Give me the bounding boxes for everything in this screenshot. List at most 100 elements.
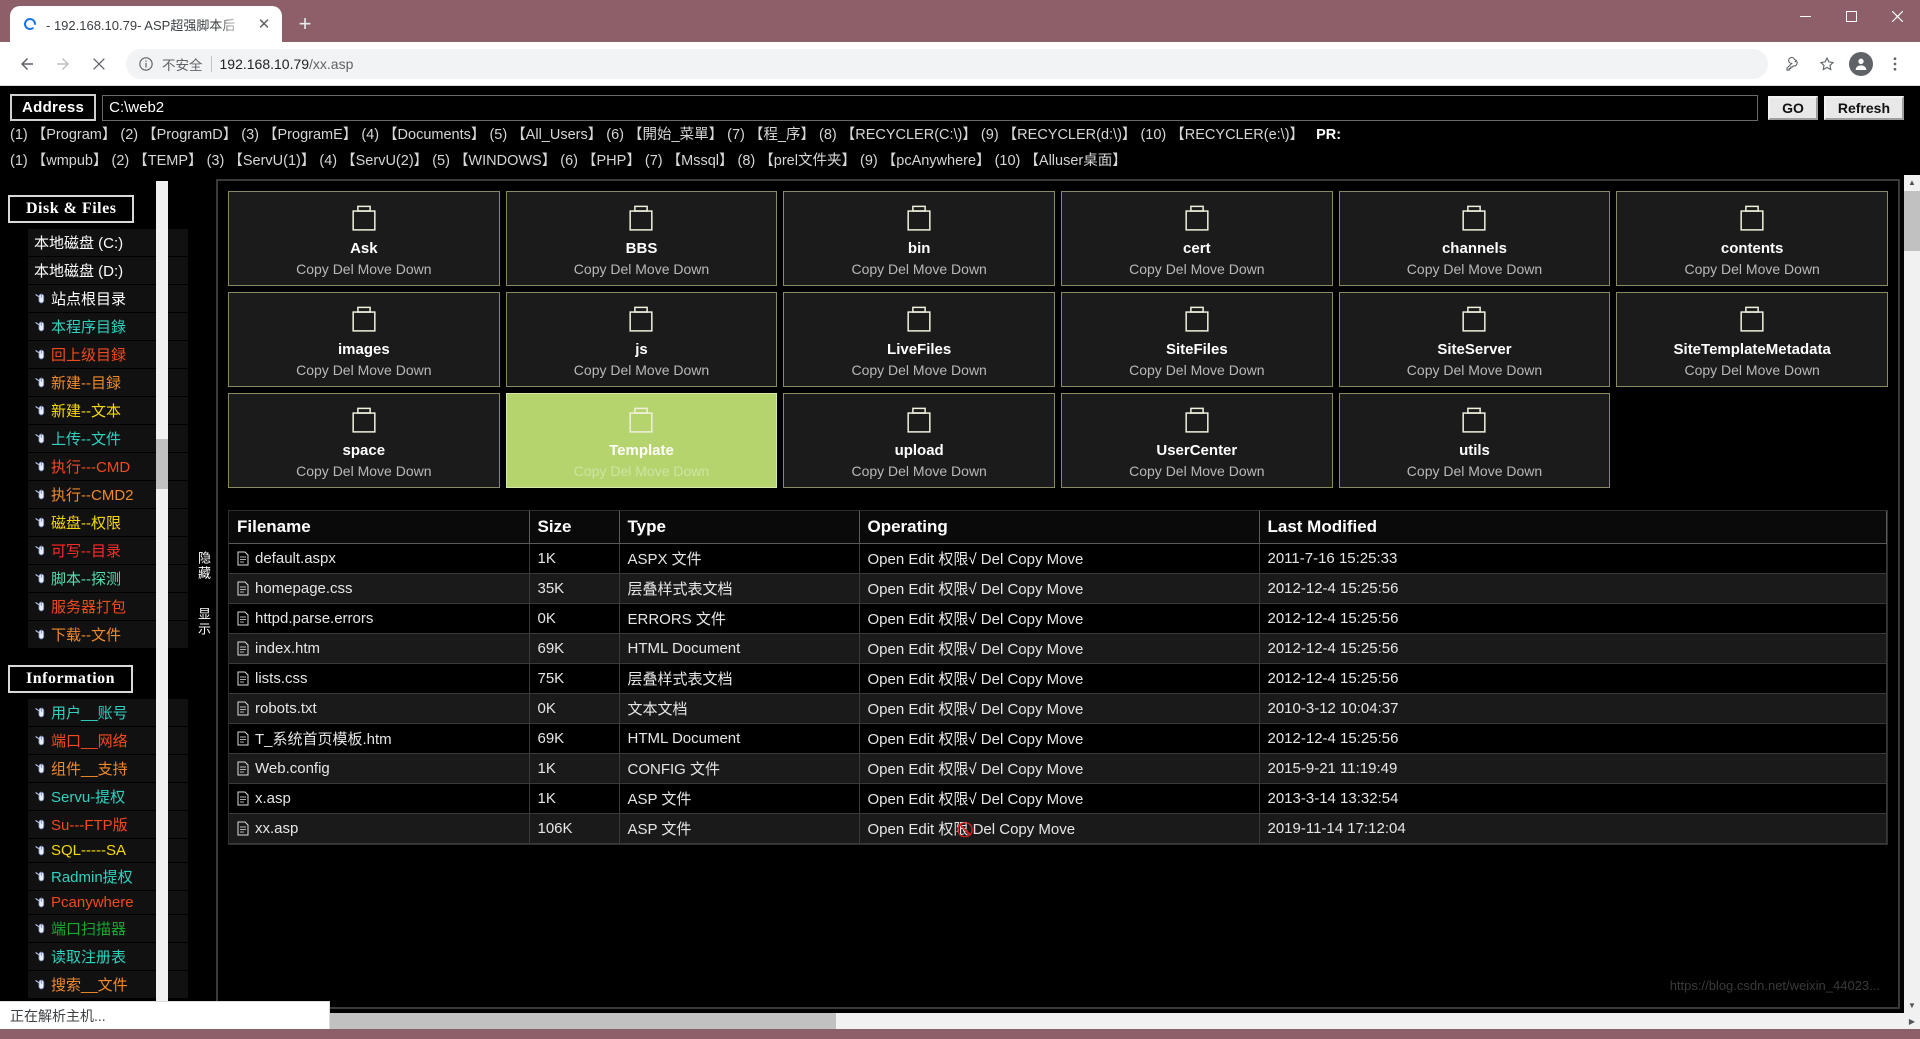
sidebar-toggle-column[interactable]: 隐藏 显示 — [190, 174, 216, 1013]
quick-link[interactable]: 【ProgramD】 — [142, 127, 237, 143]
file-row[interactable]: x.asp 1K ASP 文件 Open Edit 权限√ Del Copy Move… — [229, 783, 1887, 814]
file-name-label[interactable]: lists.css — [255, 670, 308, 687]
quick-link[interactable]: 【pcAnywhere】 — [882, 153, 991, 169]
file-name-label[interactable]: T_系统首页模板.htm — [255, 728, 392, 749]
folder-name[interactable]: channels — [1442, 240, 1507, 257]
cell-operating[interactable]: Open Edit 权限√ Del Copy Move — [859, 543, 1260, 574]
cell-operating[interactable]: Open Edit 权限√ Del Copy Move — [859, 783, 1260, 814]
quick-link[interactable]: 【PHP】 — [582, 153, 641, 169]
cell-filename[interactable]: robots.txt — [229, 693, 530, 724]
file-name-label[interactable]: httpd.parse.errors — [255, 610, 373, 627]
browser-tab[interactable]: - 192.168.10.79- ASP超强脚本后 ✕ — [10, 6, 282, 42]
folder-operations[interactable]: Copy Del Move Down — [1407, 362, 1542, 378]
folder-tile[interactable]: contents Copy Del Move Down — [1616, 190, 1888, 286]
cell-filename[interactable]: default.aspx — [229, 543, 530, 574]
cell-filename[interactable]: x.asp — [229, 783, 530, 814]
folder-operations[interactable]: Copy Del Move Down — [296, 362, 431, 378]
cell-filename[interactable]: Web.config — [229, 753, 530, 784]
quick-link[interactable]: 【ServU(2)】 — [341, 153, 428, 169]
folder-operations[interactable]: Copy Del Move Down — [296, 463, 431, 479]
sidebar-scrollbar[interactable] — [156, 180, 168, 1009]
back-arrow-icon[interactable] — [10, 47, 44, 81]
op-del-copy-move-label[interactable]: Del Copy Move — [973, 821, 1076, 838]
column-header-last-modified[interactable]: Last Modified — [1259, 510, 1887, 544]
file-row[interactable]: T_系统首页模板.htm 69K HTML Document Open Edit 权限… — [229, 723, 1887, 754]
forward-arrow-icon[interactable] — [46, 47, 80, 81]
folder-name[interactable]: Template — [609, 442, 674, 459]
sidebar-scroll-up-icon[interactable] — [156, 180, 168, 193]
op-del-copy-move-label[interactable]: Del Copy Move — [981, 641, 1084, 658]
folder-name[interactable]: images — [338, 341, 390, 358]
folder-tile[interactable]: bin Copy Del Move Down — [783, 190, 1055, 286]
folder-tile[interactable]: BBS Copy Del Move Down — [505, 190, 778, 286]
folder-operations[interactable]: Copy Del Move Down — [574, 362, 709, 378]
file-name-label[interactable]: xx.asp — [255, 820, 298, 837]
scroll-down-icon[interactable]: ▼ — [1904, 997, 1920, 1013]
op-open-edit-label[interactable]: Open Edit 权限 — [868, 761, 969, 778]
quick-link[interactable]: 【程_序】 — [749, 127, 815, 143]
folder-name[interactable]: SiteTemplateMetadata — [1674, 341, 1831, 358]
file-row[interactable]: lists.css 75K 层叠样式表文档 Open Edit 权限√ Del Cop… — [229, 663, 1887, 694]
cell-operating[interactable]: Open Edit 权限√ Del Copy Move — [859, 723, 1260, 754]
cell-filename[interactable]: T_系统首页模板.htm — [229, 723, 530, 754]
folder-operations[interactable]: Copy Del Move Down — [851, 463, 986, 479]
op-del-copy-move-label[interactable]: Del Copy Move — [981, 761, 1084, 778]
cell-operating[interactable]: Open Edit 权限⃠ Del Copy Move — [859, 813, 1260, 844]
cell-operating[interactable]: Open Edit 权限√ Del Copy Move — [859, 633, 1260, 664]
folder-operations[interactable]: Copy Del Move Down — [1129, 463, 1264, 479]
folder-name[interactable]: utils — [1459, 442, 1490, 459]
quick-link[interactable]: 【TEMP】 — [133, 153, 202, 169]
op-del-copy-move-label[interactable]: Del Copy Move — [981, 551, 1084, 568]
quick-link[interactable]: 【RECYCLER(d:\)】 — [1003, 127, 1137, 143]
avatar-icon[interactable] — [1846, 49, 1876, 79]
folder-operations[interactable]: Copy Del Move Down — [851, 362, 986, 378]
folder-tile[interactable]: space Copy Del Move Down — [228, 392, 500, 488]
cell-filename[interactable]: xx.asp — [229, 813, 530, 844]
close-window-icon[interactable] — [1874, 0, 1920, 32]
cell-filename[interactable]: lists.css — [229, 663, 530, 694]
folder-name[interactable]: contents — [1721, 240, 1784, 257]
folder-tile[interactable]: js Copy Del Move Down — [505, 291, 778, 387]
vertical-scroll-track[interactable] — [1904, 190, 1920, 998]
op-open-edit-label[interactable]: Open Edit 权限 — [868, 671, 969, 688]
folder-name[interactable]: Ask — [350, 240, 378, 257]
op-del-copy-move-label[interactable]: Del Copy Move — [981, 701, 1084, 718]
quick-link[interactable]: 【WINDOWS】 — [454, 153, 556, 169]
file-name-label[interactable]: default.aspx — [255, 550, 336, 567]
file-row[interactable]: robots.txt 0K 文本文档 Open Edit 权限√ Del Copy M… — [229, 693, 1887, 724]
folder-name[interactable]: bin — [908, 240, 931, 257]
file-row[interactable]: xx.asp 106KASP 文件Open Edit 权限⃠ Del Copy M… — [229, 813, 1887, 844]
folder-operations[interactable]: Copy Del Move Down — [1407, 463, 1542, 479]
address-omnibox[interactable]: 不安全 192.168.10.79/xx.asp — [126, 48, 1768, 79]
op-del-copy-move-label[interactable]: Del Copy Move — [981, 731, 1084, 748]
op-del-copy-move-label[interactable]: Del Copy Move — [981, 581, 1084, 598]
file-row[interactable]: index.htm 69K HTML Document Open Edit 权限√ D… — [229, 633, 1887, 664]
page-vertical-scrollbar[interactable]: ▲ ▼ — [1904, 174, 1920, 1013]
path-input[interactable] — [102, 94, 1759, 121]
op-del-copy-move-label[interactable]: Del Copy Move — [981, 791, 1084, 808]
quick-link[interactable]: 【開始_菜單】 — [628, 127, 723, 143]
folder-name[interactable]: LiveFiles — [887, 341, 951, 358]
folder-tile[interactable]: SiteTemplateMetadata Copy Del Move Down — [1616, 291, 1888, 387]
folder-name[interactable]: SiteServer — [1437, 341, 1511, 358]
folder-operations[interactable]: Copy Del Move Down — [1129, 362, 1264, 378]
folder-operations[interactable]: Copy Del Move Down — [296, 261, 431, 277]
quick-link[interactable]: 【Program】 — [32, 127, 117, 143]
folder-tile[interactable]: cert Copy Del Move Down — [1060, 190, 1333, 286]
folder-name[interactable]: space — [343, 442, 386, 459]
folder-tile[interactable]: UserCenter Copy Del Move Down — [1060, 392, 1333, 488]
folder-operations[interactable]: Copy Del Move Down — [574, 463, 709, 479]
show-sidebar-label[interactable]: 显示 — [194, 607, 213, 637]
folder-tile[interactable]: SiteFiles Copy Del Move Down — [1060, 291, 1333, 387]
folder-operations[interactable]: Copy Del Move Down — [1129, 261, 1264, 277]
op-open-edit-label[interactable]: Open Edit 权限 — [868, 821, 969, 838]
maximize-icon[interactable] — [1828, 0, 1874, 32]
folder-tile[interactable]: LiveFiles Copy Del Move Down — [783, 291, 1055, 387]
file-name-label[interactable]: x.asp — [255, 790, 291, 807]
quick-link[interactable]: 【RECYCLER(e:\)】 — [1170, 127, 1304, 143]
folder-tile[interactable]: upload Copy Del Move Down — [783, 392, 1055, 488]
file-row[interactable]: homepage.css 35K 层叠样式表文档 Open Edit 权限√ Del … — [229, 573, 1887, 604]
cell-filename[interactable]: homepage.css — [229, 573, 530, 604]
folder-name[interactable]: js — [635, 341, 648, 358]
stop-loading-icon[interactable] — [82, 47, 116, 81]
